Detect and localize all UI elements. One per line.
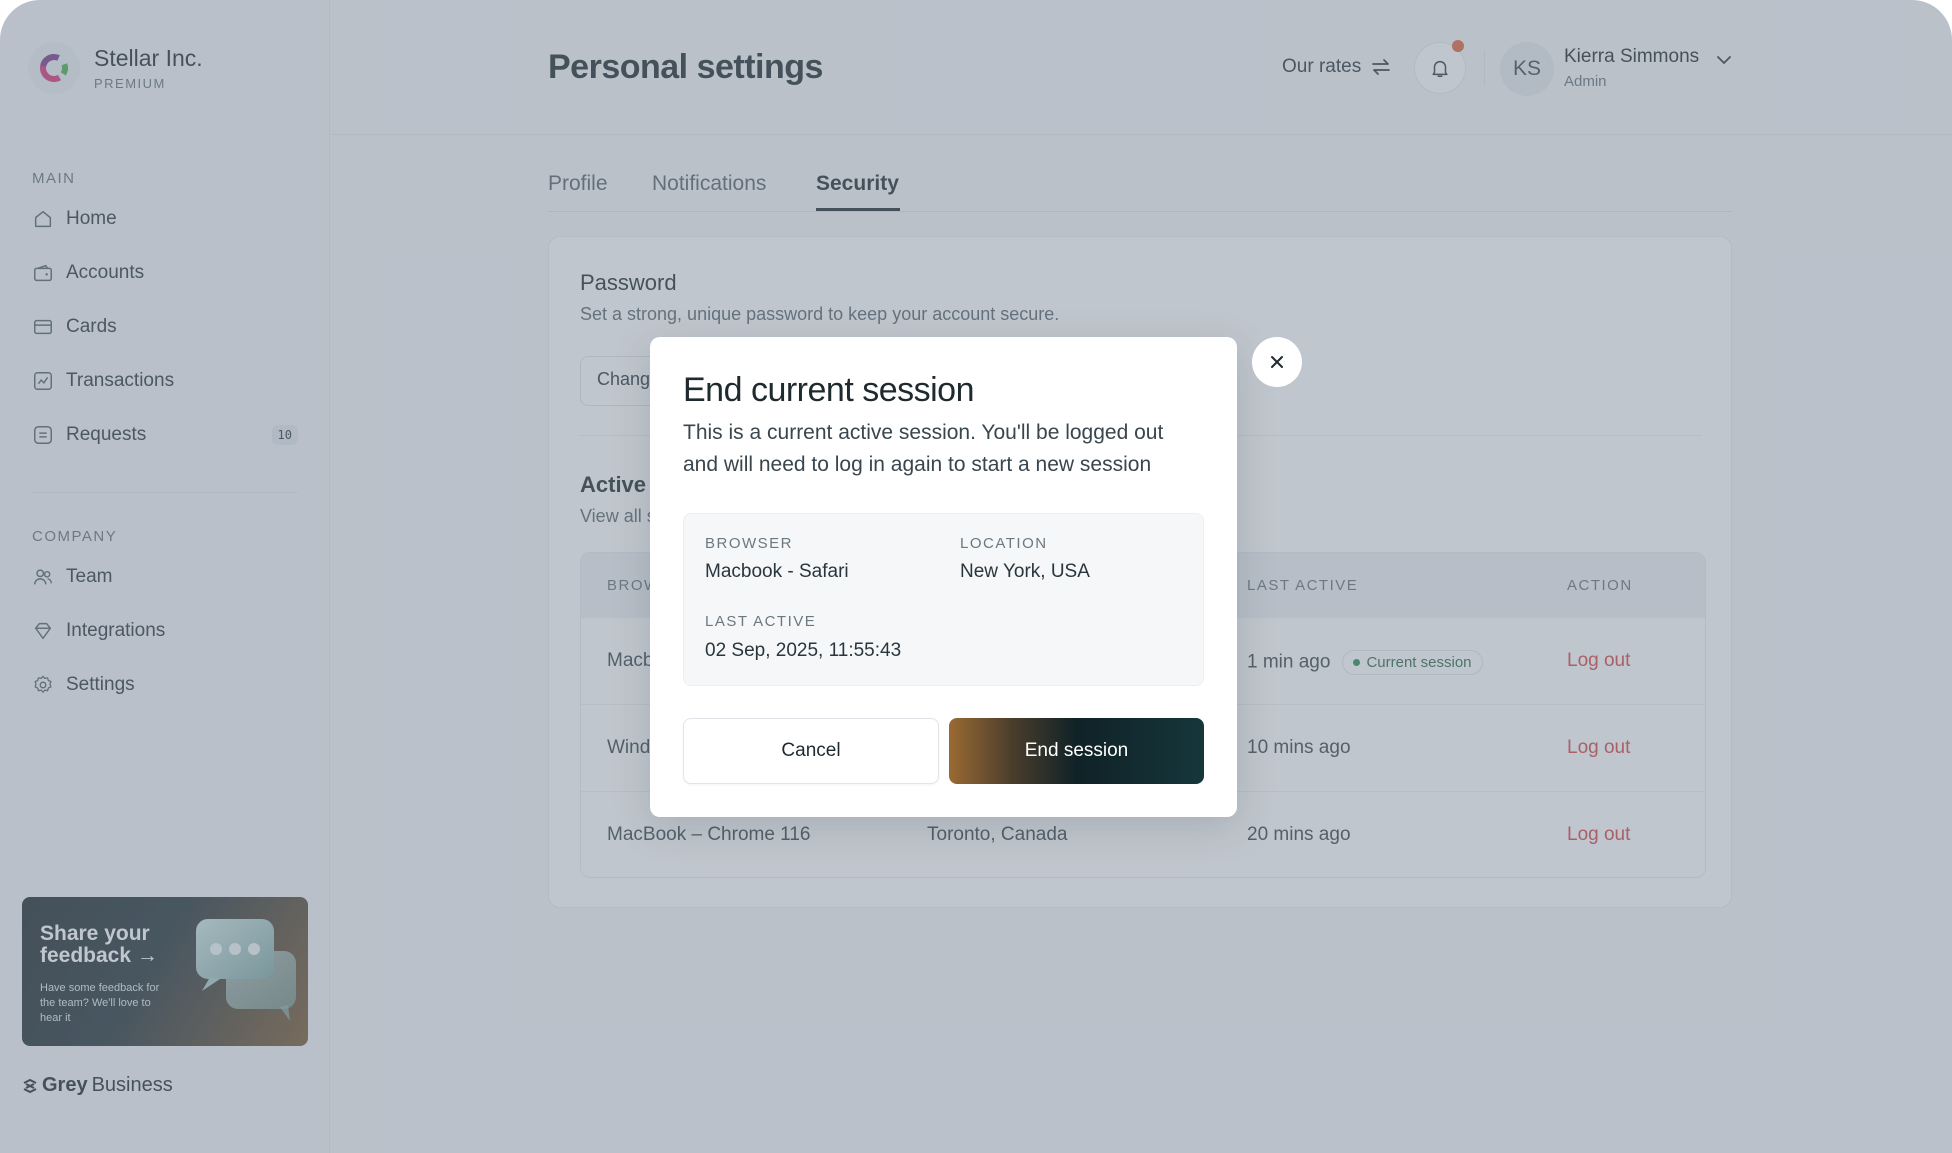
close-modal-button[interactable] [1252,337,1302,387]
app-window: Stellar Inc. PREMIUM MAIN Home Accounts … [0,0,1952,1153]
cancel-button[interactable]: Cancel [683,718,939,784]
location-label: LOCATION [960,535,1048,552]
close-icon [1271,356,1283,368]
modal-description: This is a current active session. You'll… [683,421,1164,476]
session-details-panel: BROWSER Macbook - Safari LOCATION New Yo… [683,513,1204,686]
end-session-button[interactable]: End session [949,718,1204,784]
location-value: New York, USA [960,561,1090,582]
browser-value: Macbook - Safari [705,561,849,582]
modal-title: End current session [683,371,975,409]
last-active-value: 02 Sep, 2025, 11:55:43 [705,640,902,661]
browser-label: BROWSER [705,535,794,552]
last-active-label: LAST ACTIVE [705,613,817,630]
end-session-modal: End current session This is a current ac… [650,337,1237,817]
